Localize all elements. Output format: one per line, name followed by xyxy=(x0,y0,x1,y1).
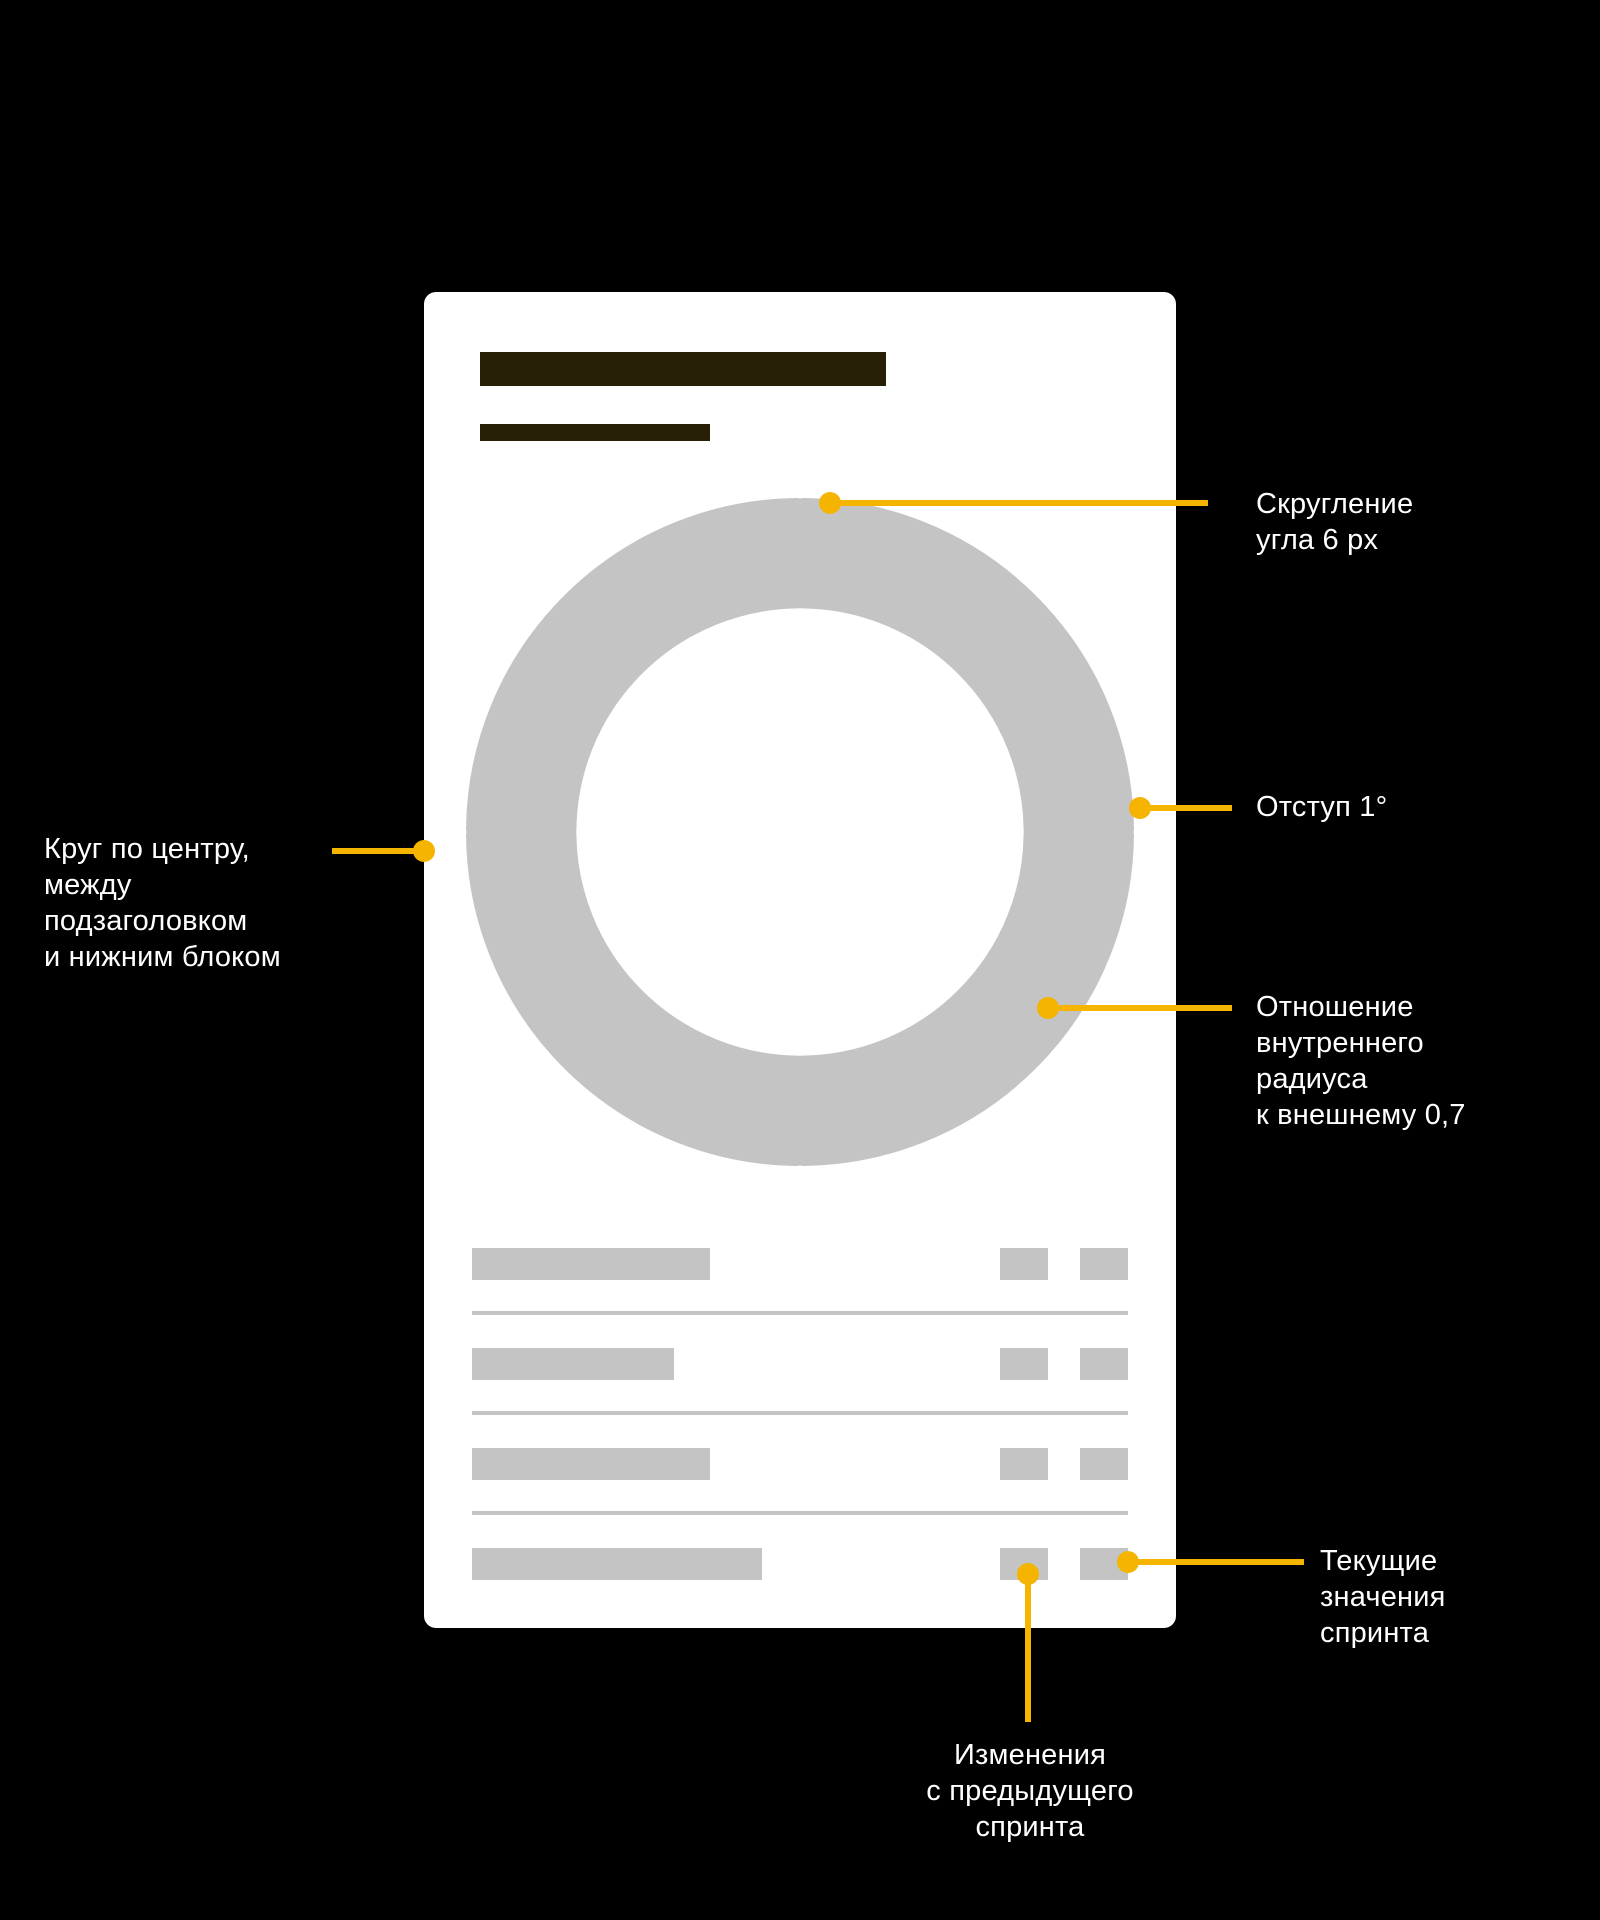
leader-dot-radius-ratio xyxy=(1037,997,1059,1019)
leader-dot-gap xyxy=(1129,797,1151,819)
annotation-current-values: Текущие значения спринта xyxy=(1320,1545,1446,1649)
donut-segment-4 xyxy=(466,498,804,836)
donut-chart xyxy=(466,498,1134,1166)
leader-dot-circle-center xyxy=(413,840,435,862)
leader-dot-changes xyxy=(1017,1563,1039,1585)
donut-segment-2 xyxy=(796,828,1134,1166)
annotation-radius-ratio: Отношение внутреннего радиуса к внешнему… xyxy=(1256,991,1466,1131)
leader-dot-corner-radius xyxy=(819,492,841,514)
annotation-changes: Изменения с предыдущего спринта xyxy=(926,1739,1134,1843)
donut-segment-3 xyxy=(466,828,804,1166)
annotation-gap: Отступ 1° xyxy=(1256,791,1388,823)
donut-segment-1 xyxy=(796,498,1134,836)
diagram-canvas: Скругление угла 6 px Отступ 1° Круг по ц… xyxy=(0,0,1600,1920)
leader-dot-current-values xyxy=(1117,1551,1139,1573)
annotation-corner-radius: Скругление угла 6 px xyxy=(1256,488,1414,556)
annotation-circle-center: Круг по центру, между подзаголовком и ни… xyxy=(44,833,281,973)
